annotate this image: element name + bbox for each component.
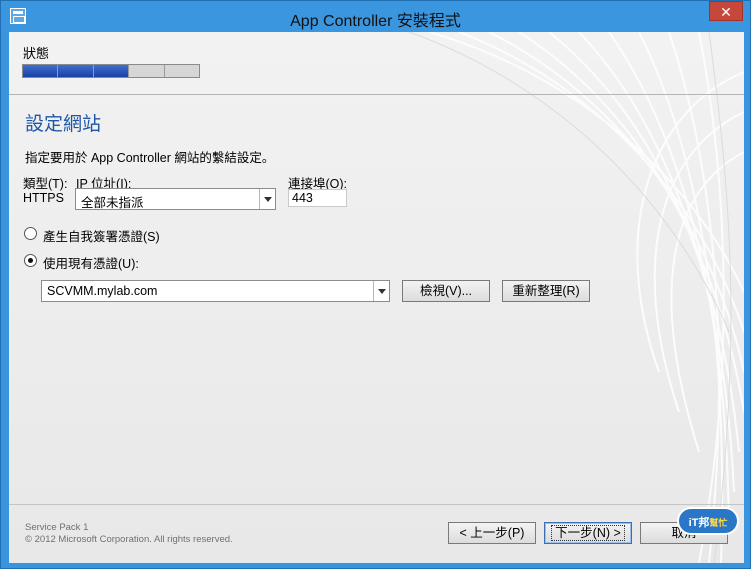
setup-progress-bar (22, 64, 200, 78)
generate-cert-radio[interactable] (24, 227, 37, 240)
port-input[interactable]: 443 (288, 189, 347, 207)
existing-cert-label[interactable]: 使用現有憑證(U): (43, 253, 139, 272)
service-pack-text: Service Pack 1 (25, 522, 89, 533)
progress-segment (58, 65, 94, 77)
ip-address-value: 全部未指派 (81, 196, 144, 210)
port-value: 443 (292, 191, 313, 205)
refresh-button[interactable]: 重新整理(R) (502, 280, 590, 302)
view-button[interactable]: 檢視(V)... (402, 280, 490, 302)
progress-segment (164, 65, 200, 77)
dropdown-arrow-icon[interactable] (373, 281, 389, 301)
page-title: 設定網站 (25, 114, 102, 135)
wizard-content: 狀態 設定網站 指定要用於 App Controller 網站的繫結設定。 類型… (9, 32, 744, 563)
copyright-text: © 2012 Microsoft Corporation. All rights… (25, 534, 233, 545)
certificate-value: SCVMM.mylab.com (47, 284, 158, 298)
progress-segment (23, 65, 59, 77)
header-divider (9, 94, 744, 95)
next-button-label: 下一步(N) > (551, 525, 625, 541)
watermark-sub: 幫忙 (709, 518, 728, 528)
window-title: App Controller 安裝程式 (290, 13, 461, 30)
generate-cert-label[interactable]: 產生自我簽署憑證(S) (43, 226, 160, 245)
back-button[interactable]: < 上一步(P) (448, 522, 536, 544)
page-description: 指定要用於 App Controller 網站的繫結設定。 (25, 151, 275, 165)
watermark-brand: iT邦 (688, 517, 710, 529)
installer-window: App Controller 安裝程式 ✕ 狀態 設定網站 指定要用於 App … (0, 0, 751, 569)
type-label: 類型(T): (23, 177, 68, 191)
title-bar[interactable]: App Controller 安裝程式 ✕ (1, 1, 750, 32)
footer-info: Service Pack 1 © 2012 Microsoft Corporat… (25, 522, 233, 546)
dropdown-arrow-icon[interactable] (259, 189, 275, 209)
ip-address-dropdown[interactable]: 全部未指派 (75, 188, 276, 210)
footer-divider (9, 504, 744, 505)
ithome-watermark-logo: iT邦幫忙 (677, 507, 739, 535)
next-button[interactable]: 下一步(N) > (544, 522, 632, 544)
type-value: HTTPS (23, 191, 64, 205)
progress-segment (93, 65, 130, 77)
certificate-dropdown[interactable]: SCVMM.mylab.com (41, 280, 390, 302)
existing-cert-radio[interactable] (24, 254, 37, 267)
status-label: 狀態 (23, 46, 50, 61)
progress-segment (129, 65, 165, 77)
close-button[interactable]: ✕ (709, 1, 743, 21)
